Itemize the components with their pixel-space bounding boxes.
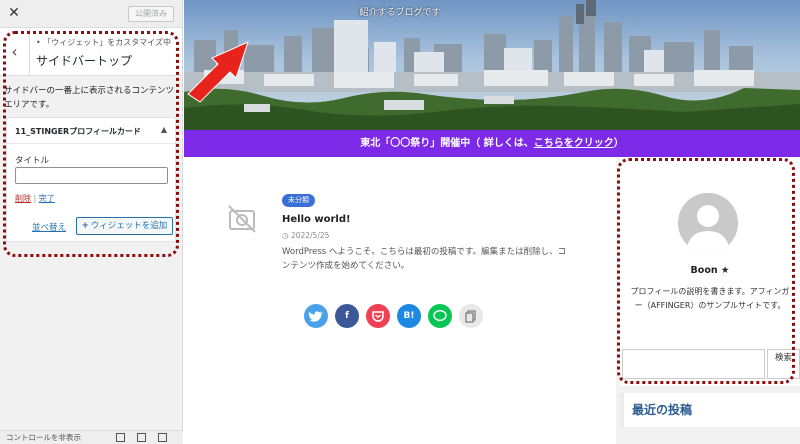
category-badge[interactable]: 未分類: [282, 194, 315, 207]
copy-link-button[interactable]: [459, 304, 483, 328]
add-widget-label: ウィジェットを追加: [90, 221, 168, 231]
header-cityscape-image: 紹介するブログです: [184, 0, 800, 130]
facebook-share-button[interactable]: f: [335, 304, 359, 328]
section-description: サイドバーの一番上に表示されるコンテンツエリアです。: [4, 86, 175, 110]
customizer-top-bar: ✕ 公開済み: [0, 0, 182, 28]
twitter-share-button[interactable]: [304, 304, 328, 328]
avatar: [678, 193, 738, 253]
panel-footer: コントロールを非表示: [0, 430, 183, 444]
clock-icon: ◷: [282, 231, 291, 240]
mobile-icon[interactable]: [158, 433, 167, 442]
section-header: ‹ • 「ウィジェット」をカスタマイズ中 サイドバートップ: [0, 28, 182, 76]
main-content: 未分類 Hello world! ◷ 2022/5/25 WordPress へ…: [184, 157, 616, 444]
widget-name: 11_STINGERプロフィールカード: [15, 127, 141, 136]
caret-up-icon[interactable]: ▲: [161, 125, 167, 134]
close-icon[interactable]: ✕: [6, 5, 22, 21]
post-date: ◷ 2022/5/25: [282, 231, 329, 240]
copy-icon: [465, 310, 476, 323]
post-excerpt: WordPress へようこそ。こちらは最初の投稿です。編集または削除し、コンテ…: [282, 247, 567, 271]
line-icon: [433, 309, 447, 322]
device-preview-icons: [116, 433, 167, 442]
back-arrow-icon[interactable]: ‹: [0, 28, 30, 76]
sidebar: Boon ★ プロフィールの説明を書きます。アフィンガー（AFFINGER）のサ…: [616, 157, 800, 444]
reorder-link[interactable]: 並べ替え: [32, 221, 66, 233]
notice-link[interactable]: こちらをクリック: [534, 138, 614, 149]
profile-description: プロフィールの説明を書きます。アフィンガー（AFFINGER）のサンプルサイトで…: [630, 287, 790, 310]
customizer-panel: ✕ 公開済み ‹ • 「ウィジェット」をカスタマイズ中 サイドバートップ サイド…: [0, 0, 183, 444]
section-title: サイドバートップ: [36, 54, 133, 68]
title-field[interactable]: [15, 167, 168, 184]
site-tagline: 紹介するブログです: [359, 8, 441, 18]
widget-header[interactable]: 11_STINGERプロフィールカード ▲: [7, 118, 175, 144]
post-title[interactable]: Hello world!: [282, 214, 351, 225]
post-date-text: 2022/5/25: [290, 231, 330, 240]
line-share-button[interactable]: [428, 304, 452, 328]
plus-icon: +: [81, 221, 89, 231]
notice-close-paren: ）: [613, 138, 624, 149]
title-field-label: タイトル: [15, 156, 50, 166]
notice-bar: 東北「〇〇祭り」開催中（ 詳しくは、こちらをクリック）: [184, 130, 800, 157]
search-input[interactable]: [622, 349, 765, 379]
desktop-icon[interactable]: [116, 433, 125, 442]
tablet-icon[interactable]: [137, 433, 146, 442]
search-widget: 検索: [620, 347, 800, 381]
share-buttons: f B!: [304, 304, 483, 328]
pocket-share-button[interactable]: [366, 304, 390, 328]
no-image-icon: [228, 205, 256, 233]
twitter-icon: [308, 311, 323, 322]
recent-posts-heading: 最近の投稿: [620, 393, 800, 427]
default-avatar-icon: [678, 193, 738, 253]
hatena-share-button[interactable]: B!: [397, 304, 421, 328]
breadcrumb: • 「ウィジェット」をカスタマイズ中: [36, 38, 172, 47]
hatena-icon: B!: [403, 311, 415, 321]
publish-button[interactable]: 公開済み: [128, 6, 174, 22]
annotation-arrow: [187, 41, 249, 103]
profile-name: Boon ★: [690, 265, 730, 276]
footer-label[interactable]: コントロールを非表示: [6, 433, 81, 442]
cityscape-image: [184, 0, 800, 130]
notice-text: 東北「〇〇祭り」開催中（ 詳しくは、: [360, 138, 534, 149]
add-widget-button[interactable]: + ウィジェットを追加: [76, 217, 173, 235]
done-link[interactable]: 完了: [39, 194, 55, 203]
delete-link[interactable]: 削除: [15, 194, 31, 203]
separator: |: [31, 194, 39, 203]
widget-actions: 削除 | 完了: [15, 193, 55, 204]
search-button[interactable]: 検索: [767, 349, 800, 379]
site-preview: 紹介するブログです 東北「〇〇祭り」開催中（ 詳しくは、こちらをクリック） 未分…: [184, 0, 800, 444]
pocket-icon: [372, 311, 384, 322]
facebook-icon: f: [345, 311, 349, 321]
